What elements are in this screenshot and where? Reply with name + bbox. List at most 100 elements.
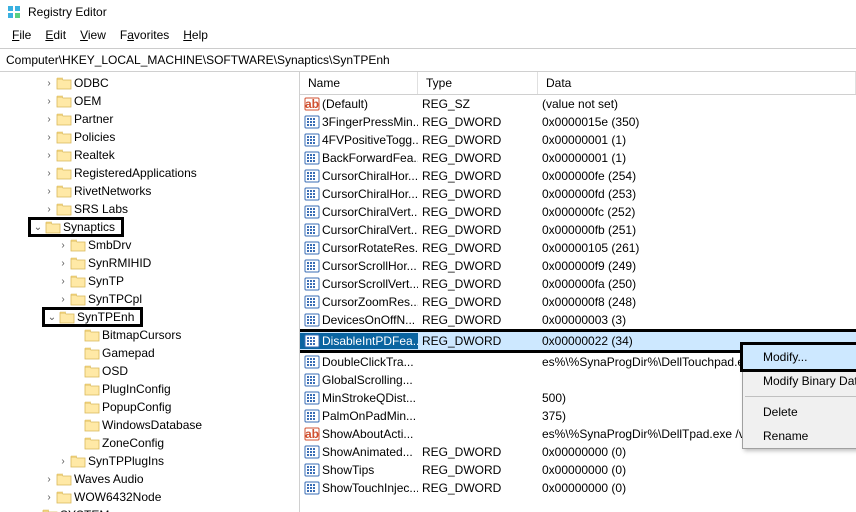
tree-item[interactable]: Gamepad <box>0 344 299 362</box>
folder-icon <box>84 346 100 360</box>
tree-item[interactable]: BitmapCursors <box>0 326 299 344</box>
value-name: BackForwardFea... <box>322 151 418 165</box>
value-data: 0x000000fc (252) <box>538 205 856 219</box>
value-row[interactable]: 3FingerPressMin...REG_DWORD0x0000015e (3… <box>300 113 856 131</box>
menu-view[interactable]: View <box>74 26 112 44</box>
dword-value-icon <box>304 258 320 274</box>
value-name: CursorScrollVert... <box>322 277 418 291</box>
tree-item[interactable]: WindowsDatabase <box>0 416 299 434</box>
expand-toggle[interactable]: ⌄ <box>31 222 45 233</box>
expand-toggle[interactable]: › <box>56 456 70 467</box>
value-data: 0x00000000 (0) <box>538 481 856 495</box>
folder-icon <box>56 184 72 198</box>
ctx-modify[interactable]: Modify... <box>740 342 856 372</box>
expand-toggle[interactable]: › <box>56 258 70 269</box>
tree-item[interactable]: ›SynTPPlugIns <box>0 452 299 470</box>
tree-item[interactable]: ›Waves Audio <box>0 470 299 488</box>
folder-icon <box>70 274 86 288</box>
tree-item-syntpenh[interactable]: ⌄SynTPEnh <box>0 308 299 326</box>
expand-toggle[interactable]: › <box>42 204 56 215</box>
expand-toggle[interactable]: › <box>56 240 70 251</box>
menu-edit[interactable]: Edit <box>39 26 72 44</box>
value-row[interactable]: CursorScrollHor...REG_DWORD0x000000f9 (2… <box>300 257 856 275</box>
expand-toggle[interactable]: › <box>42 96 56 107</box>
value-row[interactable]: DevicesOnOffN...REG_DWORD0x00000003 (3) <box>300 311 856 329</box>
expand-toggle[interactable]: › <box>42 132 56 143</box>
tree-pane[interactable]: ›ODBC›OEM›Partner›Policies›Realtek›Regis… <box>0 72 300 512</box>
expand-toggle[interactable]: › <box>42 168 56 179</box>
expand-toggle[interactable]: › <box>42 78 56 89</box>
folder-icon <box>56 148 72 162</box>
expand-toggle[interactable]: › <box>42 474 56 485</box>
expand-toggle[interactable]: › <box>56 294 70 305</box>
value-row[interactable]: ShowTouchInjec...REG_DWORD0x00000000 (0) <box>300 479 856 497</box>
menu-help[interactable]: Help <box>177 26 214 44</box>
menu-favorites[interactable]: Favorites <box>114 26 175 44</box>
tree-item[interactable]: ›Realtek <box>0 146 299 164</box>
menu-file[interactable]: File <box>6 26 37 44</box>
folder-icon <box>84 418 100 432</box>
value-type: REG_DWORD <box>418 241 538 255</box>
tree-item[interactable]: ›SynRMIHID <box>0 254 299 272</box>
col-data[interactable]: Data <box>538 72 856 94</box>
value-name: ShowTips <box>322 463 374 477</box>
value-row[interactable]: ShowTipsREG_DWORD0x00000000 (0) <box>300 461 856 479</box>
value-data: 0x00000001 (1) <box>538 133 856 147</box>
expand-toggle[interactable]: › <box>42 150 56 161</box>
value-row[interactable]: 4FVPositiveTogg...REG_DWORD0x00000001 (1… <box>300 131 856 149</box>
folder-icon <box>70 454 86 468</box>
tree-item[interactable]: ›Policies <box>0 128 299 146</box>
tree-item[interactable]: ZoneConfig <box>0 434 299 452</box>
tree-item[interactable]: OSD <box>0 362 299 380</box>
context-menu: Modify... Modify Binary Data... Delete R… <box>742 344 856 449</box>
tree-item[interactable]: ›SynTPCpl <box>0 290 299 308</box>
value-type: REG_DWORD <box>418 151 538 165</box>
col-name[interactable]: Name <box>300 72 418 94</box>
tree-item[interactable]: ›WOW6432Node <box>0 488 299 506</box>
ctx-delete[interactable]: Delete <box>743 400 856 424</box>
tree-item[interactable]: ›SRS Labs <box>0 200 299 218</box>
tree-item-synaptics[interactable]: ⌄Synaptics <box>0 218 299 236</box>
ctx-modify-binary[interactable]: Modify Binary Data... <box>743 369 856 393</box>
tree-item[interactable]: PlugInConfig <box>0 380 299 398</box>
value-row[interactable]: CursorZoomRes...REG_DWORD0x000000f8 (248… <box>300 293 856 311</box>
tree-item[interactable]: PopupConfig <box>0 398 299 416</box>
tree-item[interactable]: ›ODBC <box>0 74 299 92</box>
value-type: REG_DWORD <box>418 334 538 348</box>
value-type: REG_DWORD <box>418 169 538 183</box>
folder-icon <box>56 472 72 486</box>
value-row[interactable]: CursorChiralVert...REG_DWORD0x000000fc (… <box>300 203 856 221</box>
value-row[interactable]: CursorChiralHor...REG_DWORD0x000000fd (2… <box>300 185 856 203</box>
tree-item[interactable]: ›SmbDrv <box>0 236 299 254</box>
tree-item[interactable]: ›SYSTEM <box>0 506 299 512</box>
tree-item[interactable]: ›RivetNetworks <box>0 182 299 200</box>
value-name: ShowAboutActi... <box>322 427 413 441</box>
expand-toggle[interactable]: › <box>42 114 56 125</box>
folder-icon <box>45 220 61 234</box>
dword-value-icon <box>304 408 320 424</box>
value-row[interactable]: CursorRotateRes...REG_DWORD0x00000105 (2… <box>300 239 856 257</box>
col-type[interactable]: Type <box>418 72 538 94</box>
value-row[interactable]: CursorChiralHor...REG_DWORD0x000000fe (2… <box>300 167 856 185</box>
address-bar[interactable]: Computer\HKEY_LOCAL_MACHINE\SOFTWARE\Syn… <box>0 49 856 72</box>
value-row[interactable]: BackForwardFea...REG_DWORD0x00000001 (1) <box>300 149 856 167</box>
expand-toggle[interactable]: › <box>42 492 56 503</box>
expand-toggle[interactable]: › <box>56 276 70 287</box>
value-data: 0x000000f8 (248) <box>538 295 856 309</box>
tree-item[interactable]: ›OEM <box>0 92 299 110</box>
value-type: REG_DWORD <box>418 295 538 309</box>
ctx-rename[interactable]: Rename <box>743 424 856 448</box>
value-row[interactable]: (Default)REG_SZ(value not set) <box>300 95 856 113</box>
string-value-icon <box>304 426 320 442</box>
tree-item[interactable]: ›SynTP <box>0 272 299 290</box>
value-type: REG_DWORD <box>418 481 538 495</box>
expand-toggle[interactable]: ⌄ <box>45 312 59 323</box>
tree-item[interactable]: ›RegisteredApplications <box>0 164 299 182</box>
dword-value-icon <box>304 462 320 478</box>
value-type: REG_DWORD <box>418 277 538 291</box>
value-row[interactable]: CursorChiralVert...REG_DWORD0x000000fb (… <box>300 221 856 239</box>
value-type: REG_SZ <box>418 97 538 111</box>
value-row[interactable]: CursorScrollVert...REG_DWORD0x000000fa (… <box>300 275 856 293</box>
expand-toggle[interactable]: › <box>42 186 56 197</box>
tree-item[interactable]: ›Partner <box>0 110 299 128</box>
